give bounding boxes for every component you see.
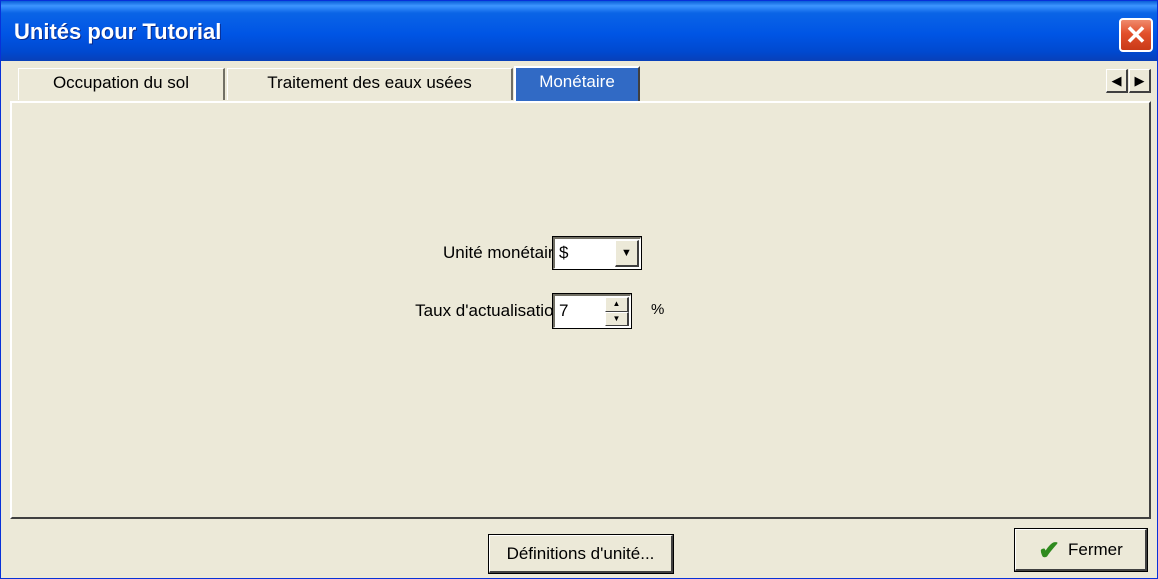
close-icon: ✕: [1125, 20, 1147, 50]
window-title: Unités pour Tutorial: [14, 19, 222, 44]
tab-scroll-right-button[interactable]: ▶: [1129, 69, 1151, 93]
unit-definitions-button[interactable]: Définitions d'unité...: [488, 534, 674, 574]
discount-rate-stepper[interactable]: 7 ▲ ▼: [552, 293, 632, 329]
discount-rate-value: 7: [559, 301, 569, 320]
unit-definitions-label: Définitions d'unité...: [506, 543, 655, 563]
tab-scroll-left-button[interactable]: ◀: [1106, 69, 1128, 93]
stepper-up-button[interactable]: ▲: [605, 297, 629, 312]
tab-occupation-du-sol[interactable]: Occupation du sol: [18, 68, 225, 100]
arrow-left-icon: ◀: [1111, 72, 1122, 88]
units-dialog: Unités pour Tutorial ✕ Occupation du sol…: [0, 0, 1158, 579]
title-bar[interactable]: Unités pour Tutorial ✕: [1, 1, 1157, 61]
arrow-right-icon: ▶: [1134, 72, 1145, 88]
stepper-buttons: ▲ ▼: [605, 297, 629, 326]
tab-monetaire[interactable]: Monétaire: [514, 66, 640, 102]
tab-scroll-controls: ◀ ▶: [1106, 69, 1151, 93]
currency-dropdown-button[interactable]: ▼: [615, 240, 639, 267]
close-window-button[interactable]: ✕: [1119, 18, 1153, 52]
stepper-down-button[interactable]: ▼: [605, 311, 629, 326]
close-button-label: Fermer: [1068, 539, 1123, 559]
discount-rate-unit: %: [651, 301, 665, 318]
close-button[interactable]: ✔ Fermer: [1014, 528, 1148, 572]
arrow-down-icon: ▼: [612, 313, 621, 323]
tab-traitement-des-eaux[interactable]: Traitement des eaux usées: [227, 68, 513, 100]
arrow-up-icon: ▲: [612, 299, 621, 309]
checkmark-icon: ✔: [1038, 534, 1060, 565]
currency-unit-value: $: [559, 243, 569, 262]
chevron-down-icon: ▼: [621, 247, 632, 259]
discount-rate-label: Taux d'actualisation: [415, 301, 563, 320]
currency-unit-select[interactable]: $ ▼: [552, 236, 642, 270]
tab-strip: Occupation du sol Traitement des eaux us…: [1, 61, 1157, 102]
currency-unit-label: Unité monétaire: [442, 243, 563, 262]
